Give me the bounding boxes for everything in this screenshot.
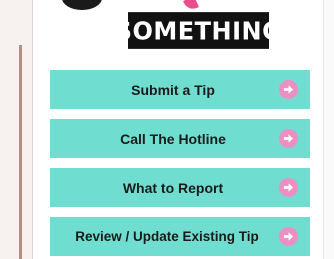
what-to-report-button[interactable]: What to Report (50, 168, 310, 207)
browser-frame-right (323, 0, 334, 259)
frame-edge (19, 45, 22, 259)
arrow-right-icon (279, 80, 298, 99)
logo-accent (183, 0, 199, 12)
arrow-right-icon (279, 227, 298, 246)
arrow-right-icon (279, 129, 298, 148)
call-hotline-button[interactable]: Call The Hotline (50, 119, 310, 158)
call-hotline-label: Call The Hotline (120, 130, 226, 147)
action-menu: Submit a Tip Call The Hotline What to Re… (50, 70, 310, 259)
logo-graphic (62, 0, 102, 10)
logo-text: SOMETHING (115, 12, 282, 49)
what-to-report-label: What to Report (122, 179, 224, 196)
submit-tip-label: Submit a Tip (131, 81, 215, 98)
review-update-tip-label: Review / Update Existing Tip (75, 229, 259, 244)
submit-tip-button[interactable]: Submit a Tip (50, 70, 310, 109)
browser-frame-left (0, 0, 33, 259)
page: SOMETHING Submit a Tip Call The Hotline … (0, 0, 334, 259)
arrow-right-icon (279, 178, 298, 197)
review-update-tip-button[interactable]: Review / Update Existing Tip (50, 217, 310, 256)
